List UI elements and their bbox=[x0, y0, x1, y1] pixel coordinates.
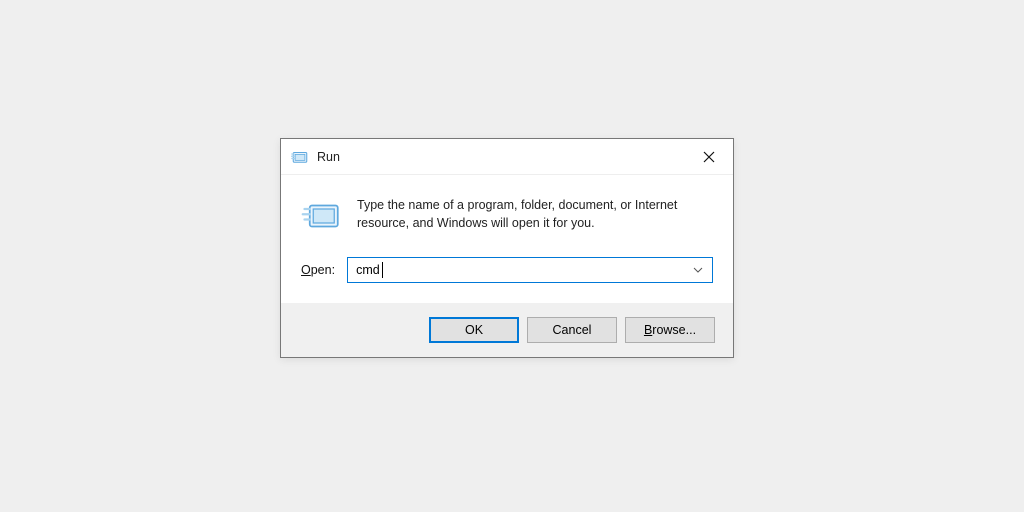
run-icon bbox=[291, 148, 309, 166]
open-input[interactable] bbox=[347, 257, 713, 283]
open-row: Open: bbox=[281, 253, 733, 303]
ok-button[interactable]: OK bbox=[429, 317, 519, 343]
titlebar: Run bbox=[281, 139, 733, 175]
run-large-icon bbox=[301, 195, 343, 237]
run-dialog: Run Type the name of a program, folder, … bbox=[280, 138, 734, 358]
close-button[interactable] bbox=[691, 143, 727, 171]
dialog-title: Run bbox=[317, 150, 691, 164]
cancel-button[interactable]: Cancel bbox=[527, 317, 617, 343]
open-label: Open: bbox=[301, 263, 335, 277]
browse-button[interactable]: Browse... bbox=[625, 317, 715, 343]
text-caret bbox=[382, 262, 383, 278]
open-combobox[interactable] bbox=[347, 257, 713, 283]
button-bar: OK Cancel Browse... bbox=[281, 303, 733, 357]
dialog-description: Type the name of a program, folder, docu… bbox=[357, 195, 713, 237]
dialog-body: Type the name of a program, folder, docu… bbox=[281, 175, 733, 253]
